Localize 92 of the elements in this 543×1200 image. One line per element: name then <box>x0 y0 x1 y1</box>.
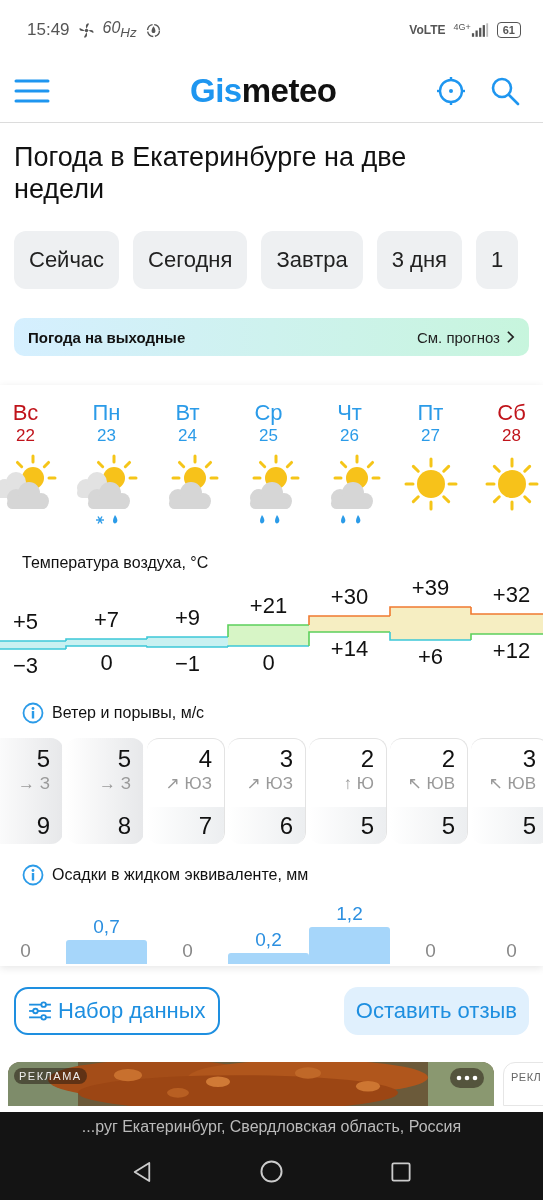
min-temperature: 0 <box>99 650 114 676</box>
weekday: Пн <box>92 400 121 426</box>
chevron-icon <box>506 330 515 344</box>
precipitation-value: 0 <box>506 940 517 962</box>
wind-speed: 2 <box>360 745 374 773</box>
min-temperature: −3 <box>11 653 40 679</box>
temperature-title: Температура воздуха, °C <box>22 554 209 572</box>
sliders-icon <box>28 1001 52 1021</box>
date: 26 <box>340 426 359 446</box>
wind-gust: 5 <box>360 811 374 840</box>
period-tab[interactable]: Сейчас <box>14 231 120 289</box>
min-temperature: −1 <box>173 651 202 677</box>
clock: 15:49 <box>27 20 70 40</box>
wind-speed: 2 <box>441 745 455 773</box>
date: 22 <box>16 426 35 446</box>
weekday: Вс <box>12 400 39 426</box>
date: 28 <box>502 426 521 446</box>
info-icon[interactable] <box>22 702 44 724</box>
weekend-banner[interactable]: Погода на выходные См. прогноз <box>14 318 529 356</box>
info-icon[interactable] <box>22 864 44 886</box>
wind-direction: ↖ ЮВ <box>488 773 536 795</box>
period-tab[interactable]: 3 дня <box>376 231 462 289</box>
max-temperature: +9 <box>173 605 202 631</box>
wind-direction: ↗ ЮЗ <box>246 773 293 795</box>
fan-icon <box>77 21 95 39</box>
max-temperature: +32 <box>491 582 532 608</box>
weekday: Вт <box>175 400 200 426</box>
precipitation-value: 0 <box>182 940 193 962</box>
wind-gust: 6 <box>279 811 293 840</box>
max-temperature: +5 <box>11 609 40 635</box>
weekday: Чт <box>337 400 362 426</box>
more-icon[interactable] <box>450 1068 484 1088</box>
precipitation-value: 0,2 <box>255 928 282 951</box>
wind-speed: 4 <box>198 745 212 773</box>
ad-card[interactable]: РЕКЛ <box>503 1062 543 1106</box>
wind-gust: 9 <box>36 811 50 840</box>
precipitation-value: 1,2 <box>336 902 363 925</box>
network-type: 4G+ <box>453 22 471 32</box>
signal-icon <box>470 22 489 38</box>
min-temperature: +12 <box>491 638 532 664</box>
precipitation-value: 0,7 <box>93 915 120 938</box>
forecast-link[interactable]: См. прогноз <box>416 328 500 346</box>
wind-direction: → З <box>99 773 131 795</box>
max-temperature: +30 <box>329 584 370 610</box>
weekday: Сб <box>497 400 526 426</box>
wind-speed: 5 <box>117 745 131 773</box>
period-tab[interactable]: Сегодня <box>133 231 248 289</box>
period-tab[interactable]: Завтра <box>261 231 363 289</box>
home-icon[interactable] <box>260 1160 283 1183</box>
search-icon[interactable] <box>490 76 520 106</box>
logo[interactable]: Gismeteo <box>190 72 337 110</box>
location-address: ...руг Екатеринбург, Свердловская область, Россия <box>81 1118 462 1136</box>
precipitation-value: 0 <box>20 940 31 962</box>
weekday: Ср <box>254 400 283 426</box>
date: 24 <box>178 426 197 446</box>
wind-gust: 7 <box>198 811 212 840</box>
period-tab[interactable]: 1 <box>475 231 519 289</box>
wind-speed: 3 <box>279 745 293 773</box>
date: 27 <box>421 426 440 446</box>
wind-title: Ветер и порывы, м/с <box>52 704 205 722</box>
min-temperature: +14 <box>329 636 370 662</box>
page-title: Погода в Екатеринбурге на две недели <box>14 141 408 205</box>
wind-direction: ↖ ЮВ <box>407 773 455 795</box>
wind-gust: 5 <box>522 811 536 840</box>
wind-gust: 5 <box>441 811 455 840</box>
wind-speed: 5 <box>36 745 50 773</box>
wind-direction: → З <box>18 773 50 795</box>
refresh-rate: 60$_{Hz}$ <box>102 19 137 41</box>
back-icon[interactable] <box>132 1160 152 1183</box>
min-temperature: 0 <box>261 650 276 676</box>
location-icon[interactable] <box>436 76 466 106</box>
precipitation-title: Осадки в жидком эквиваленте, мм <box>52 866 309 884</box>
date: 25 <box>259 426 278 446</box>
weekday: Пт <box>417 400 444 426</box>
wind-speed: 3 <box>522 745 536 773</box>
wind-direction: ↑ Ю <box>343 773 374 795</box>
ad-label: РЕКЛ <box>511 1071 542 1083</box>
wind-gust: 8 <box>117 811 131 840</box>
ad-card[interactable]: РЕКЛАМА <box>8 1062 494 1106</box>
precipitation-value: 0 <box>425 940 436 962</box>
date: 23 <box>97 426 116 446</box>
banner-label: Погода на выходные <box>28 328 187 346</box>
wind-direction: ↗ ЮЗ <box>165 773 212 795</box>
menu-icon[interactable] <box>14 79 50 103</box>
battery-indicator: 61 <box>496 22 521 38</box>
network-label: VoLTE <box>409 23 446 37</box>
ad-label: РЕКЛАМА <box>14 1068 87 1084</box>
recent-apps-icon[interactable] <box>391 1161 411 1182</box>
max-temperature: +21 <box>248 593 289 619</box>
min-temperature: +6 <box>416 644 445 670</box>
max-temperature: +7 <box>92 607 121 633</box>
max-temperature: +39 <box>410 575 451 601</box>
